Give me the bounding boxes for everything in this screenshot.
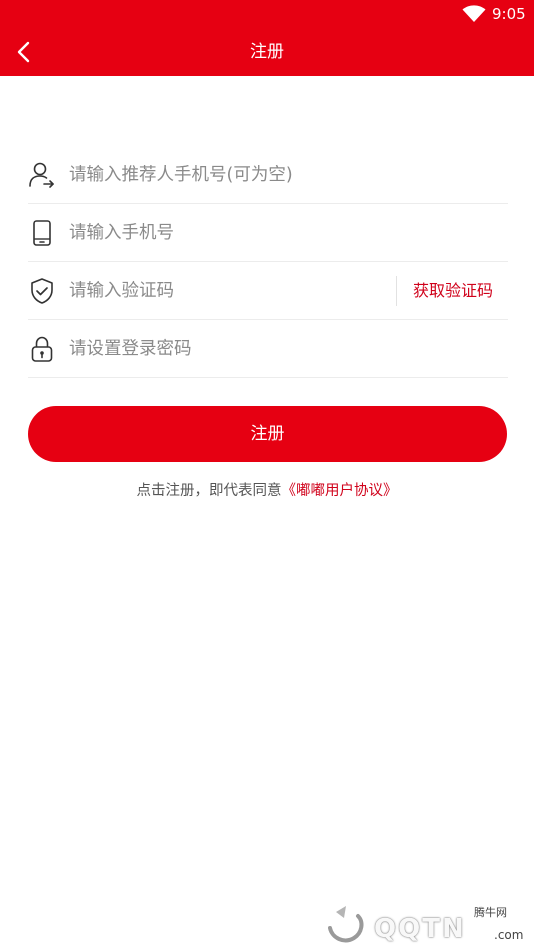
watermark-label: 腾牛网 bbox=[474, 906, 507, 919]
register-form: 获取验证码 bbox=[28, 146, 508, 378]
watermark-suffix: .com bbox=[494, 928, 524, 942]
get-code-button[interactable]: 获取验证码 bbox=[398, 262, 508, 319]
referrer-row bbox=[28, 146, 508, 204]
user-agreement-link[interactable]: 《嘟嘟用户协议》 bbox=[282, 483, 398, 499]
user-referral-icon bbox=[29, 162, 54, 188]
watermark-brand: QQTN bbox=[374, 914, 466, 944]
status-time: 9:05 bbox=[492, 5, 526, 23]
password-input[interactable] bbox=[69, 332, 389, 365]
verification-code-input[interactable] bbox=[69, 274, 379, 307]
referrer-phone-input[interactable] bbox=[69, 158, 389, 191]
wifi-icon bbox=[462, 5, 486, 22]
agreement-text: 点击注册，即代表同意《嘟嘟用户协议》 bbox=[0, 480, 534, 502]
password-row bbox=[28, 320, 508, 378]
code-divider bbox=[396, 276, 397, 306]
lock-icon bbox=[31, 336, 53, 362]
register-button[interactable]: 注册 bbox=[28, 406, 507, 462]
page-title: 注册 bbox=[250, 42, 284, 62]
phone-icon bbox=[33, 220, 51, 246]
code-row: 获取验证码 bbox=[28, 262, 508, 320]
phone-row bbox=[28, 204, 508, 262]
app-bar: 注册 bbox=[0, 28, 534, 76]
watermark-logo-icon bbox=[328, 906, 364, 943]
watermark: QQTN 腾牛网 .com bbox=[322, 896, 532, 946]
agreement-prefix: 点击注册，即代表同意 bbox=[136, 483, 282, 499]
status-bar: 9:05 bbox=[0, 0, 534, 28]
shield-check-icon bbox=[31, 278, 53, 304]
phone-input[interactable] bbox=[69, 216, 389, 249]
